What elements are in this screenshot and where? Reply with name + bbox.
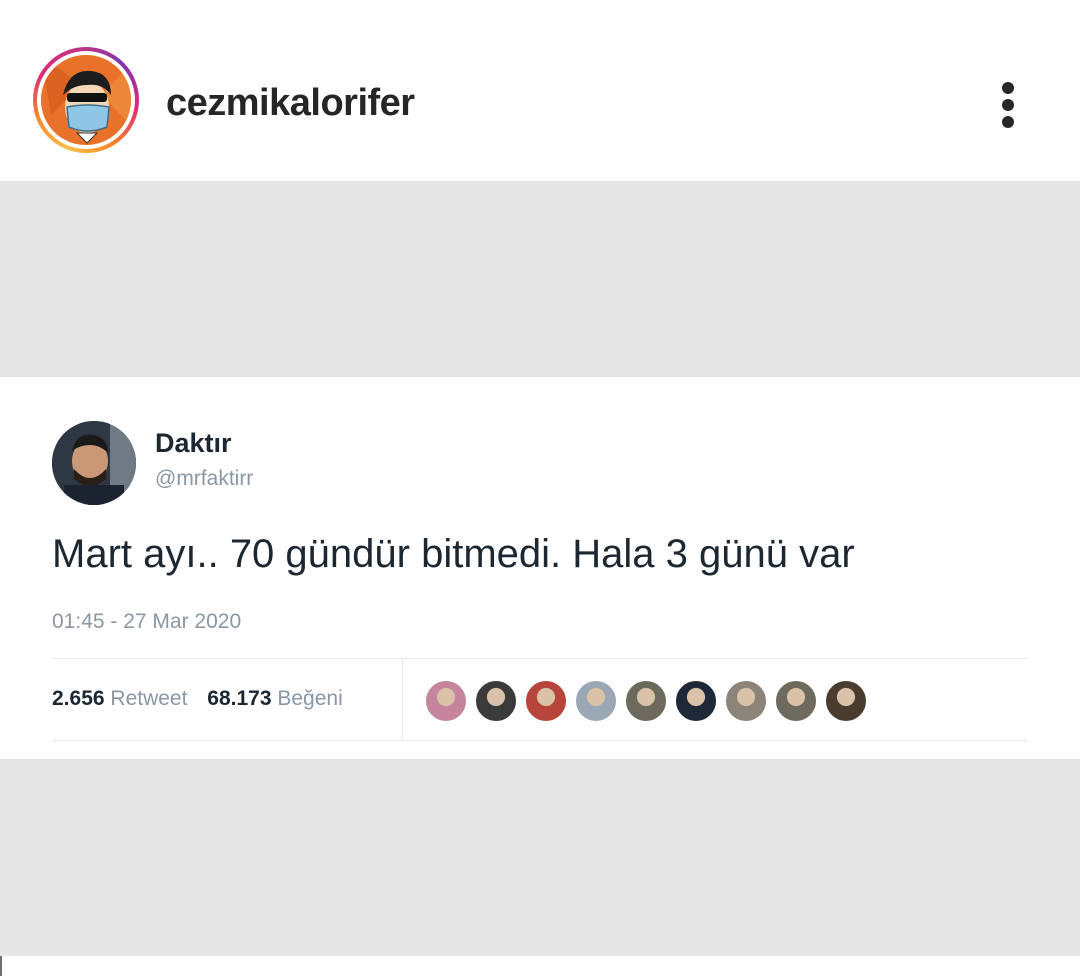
- liker-avatar: [424, 679, 468, 723]
- liker-avatar: [774, 679, 818, 723]
- tweet-author-handle: @mrfaktirr: [155, 467, 254, 490]
- liker-avatar: [624, 679, 668, 723]
- tweet-avatar: [52, 421, 136, 505]
- liker-avatar: [674, 679, 718, 723]
- username[interactable]: cezmikalorifer: [166, 80, 415, 126]
- instagram-post-view: cezmikalorifer Daktır @mrfaktirr Mart ay…: [0, 0, 1080, 976]
- tweet-stats: 2.656 Retweet 68.173 Beğeni: [52, 685, 357, 713]
- story-ring[interactable]: [33, 47, 139, 153]
- tweet-timestamp: 01:45 - 27 Mar 2020: [52, 610, 242, 633]
- divider: [52, 658, 1028, 659]
- liker-avatar: [824, 679, 868, 723]
- tweet-text: Mart ayı.. 70 gündür bitmedi. Hala 3 gün…: [52, 532, 855, 576]
- more-options-icon[interactable]: [990, 78, 1026, 130]
- retweet-count: 2.656: [52, 687, 105, 710]
- like-label: Beğeni: [277, 687, 343, 710]
- divider: [402, 659, 403, 740]
- liker-avatar: [524, 679, 568, 723]
- retweet-label: Retweet: [110, 687, 188, 710]
- post-image[interactable]: Daktır @mrfaktirr Mart ayı.. 70 gündür b…: [0, 181, 1080, 956]
- post-header: cezmikalorifer: [0, 0, 1080, 181]
- liker-avatar: [724, 679, 768, 723]
- profile-avatar[interactable]: [41, 55, 131, 145]
- like-count: 68.173: [207, 687, 272, 710]
- tweet-author-name: Daktır: [155, 428, 232, 458]
- liker-avatar: [474, 679, 518, 723]
- liker-avatar: [574, 679, 618, 723]
- divider: [52, 740, 1028, 741]
